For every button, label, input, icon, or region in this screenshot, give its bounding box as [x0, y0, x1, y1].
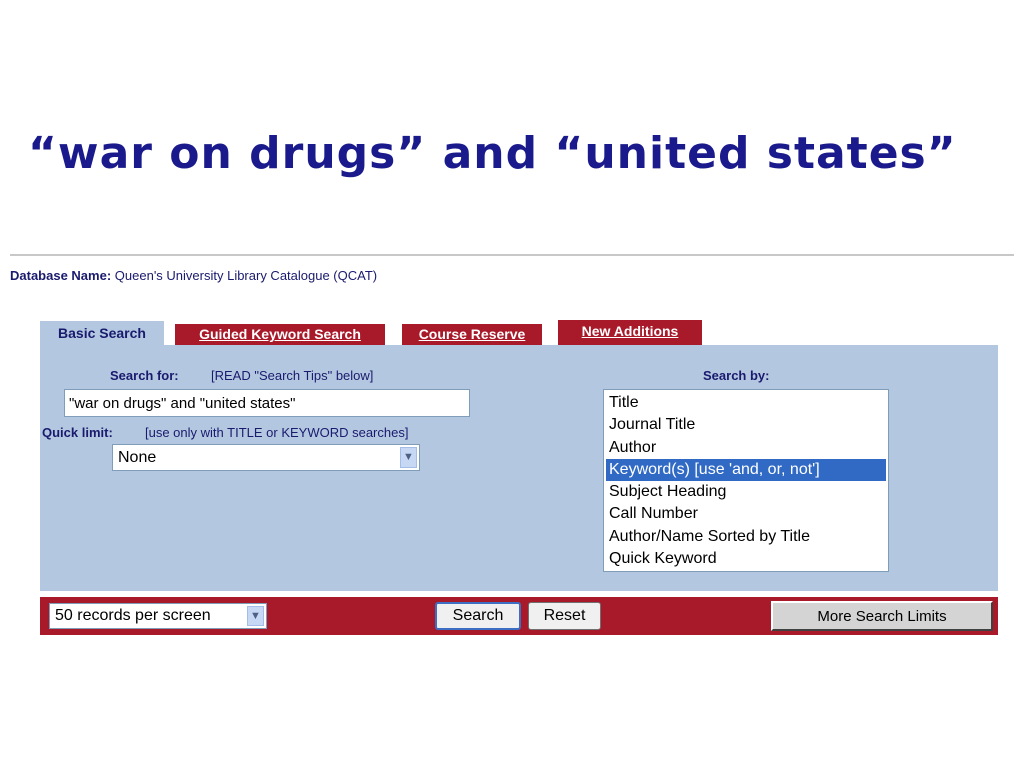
tab-new-additions[interactable]: New Additions: [558, 320, 702, 345]
search-by-option-author-name-sorted[interactable]: Author/Name Sorted by Title: [606, 526, 886, 548]
search-by-option-journal-title[interactable]: Journal Title: [606, 414, 886, 436]
search-by-option-author[interactable]: Author: [606, 437, 886, 459]
quick-limit-selected-value: None: [118, 449, 157, 466]
records-per-screen-select[interactable]: 50 records per screen ▼: [49, 603, 267, 629]
divider: [10, 254, 1014, 256]
search-by-option-quick-keyword[interactable]: Quick Keyword: [606, 548, 886, 570]
database-name-value: Queen's University Library Catalogue (QC…: [114, 268, 378, 283]
quick-limit-hint: [use only with TITLE or KEYWORD searches…: [145, 425, 409, 440]
search-by-option-title[interactable]: Title: [606, 392, 886, 414]
search-by-option-subject-heading[interactable]: Subject Heading: [606, 481, 886, 503]
chevron-down-icon[interactable]: ▼: [400, 447, 417, 468]
search-input[interactable]: [64, 389, 470, 417]
quick-limit-select[interactable]: None ▼: [112, 444, 420, 471]
more-search-limits-button[interactable]: More Search Limits: [771, 601, 993, 631]
search-tips-hint: [READ "Search Tips" below]: [211, 368, 374, 383]
tab-guided-keyword-search[interactable]: Guided Keyword Search: [175, 324, 385, 345]
tab-course-reserve[interactable]: Course Reserve: [402, 324, 542, 345]
database-name-label: Database Name:: [10, 268, 112, 283]
search-by-listbox[interactable]: Title Journal Title Author Keyword(s) [u…: [603, 389, 889, 572]
search-button[interactable]: Search: [435, 602, 521, 630]
reset-button[interactable]: Reset: [528, 602, 601, 630]
search-for-label: Search for:: [110, 368, 179, 383]
chevron-down-icon[interactable]: ▼: [247, 606, 264, 626]
slide-title: “war on drugs” and “united states”: [28, 128, 957, 179]
search-by-option-call-number[interactable]: Call Number: [606, 503, 886, 525]
search-by-label: Search by:: [703, 368, 770, 383]
basic-search-panel: Search for: [READ "Search Tips" below] Q…: [40, 345, 998, 591]
database-name-line: Database Name: Queen's University Librar…: [10, 268, 377, 283]
tab-basic-search[interactable]: Basic Search: [40, 321, 164, 346]
records-per-screen-value: 50 records per screen: [55, 607, 211, 624]
search-action-bar: 50 records per screen ▼ Search Reset Mor…: [40, 597, 998, 635]
search-by-option-keywords[interactable]: Keyword(s) [use 'and, or, not']: [606, 458, 886, 482]
quick-limit-label: Quick limit:: [42, 425, 113, 440]
